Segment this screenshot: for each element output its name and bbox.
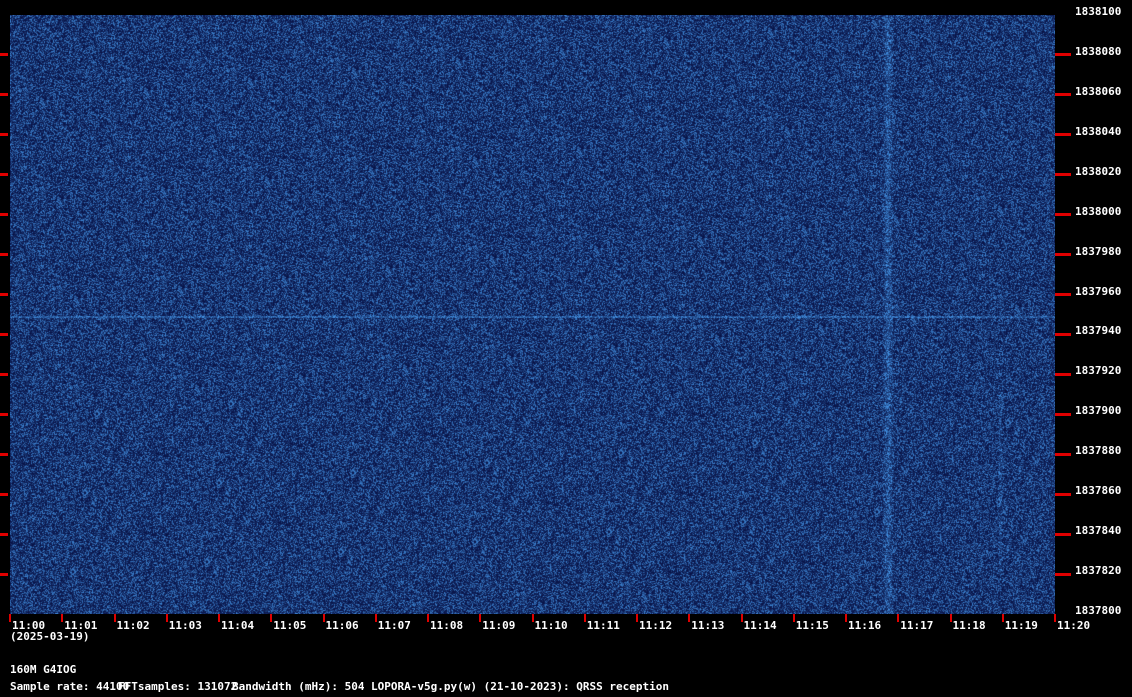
x-tick xyxy=(1001,614,1004,622)
x-tick-label: 11:06 xyxy=(325,619,359,632)
spectrogram-plot xyxy=(10,15,1055,614)
y-tick-label: 1837840 xyxy=(1075,524,1122,538)
y-tick-label: 1837820 xyxy=(1075,564,1122,578)
y-tick-right xyxy=(1055,293,1071,297)
y-tick-label: 1837960 xyxy=(1075,284,1122,298)
y-tick-right xyxy=(1055,133,1071,137)
bandwidth: Bandwidth (mHz): 504 xyxy=(232,680,365,693)
y-tick-left xyxy=(0,572,8,576)
x-tick-label: 11:08 xyxy=(430,619,464,632)
x-tick-label: 11:04 xyxy=(221,619,255,632)
x-tick xyxy=(61,614,64,622)
x-tick xyxy=(531,614,534,622)
y-tick-left xyxy=(0,332,8,336)
x-tick xyxy=(636,614,638,622)
y-tick-left xyxy=(0,492,8,496)
x-tick xyxy=(792,614,795,622)
x-tick-label: 11:15 xyxy=(795,619,829,632)
y-tick-label: 1837860 xyxy=(1075,484,1122,498)
y-tick-left xyxy=(0,532,8,536)
y-tick-left xyxy=(0,412,8,416)
x-tick-label: 11:18 xyxy=(952,619,986,632)
y-tick-left xyxy=(0,173,8,177)
y-tick-label: 1838060 xyxy=(1075,84,1122,98)
x-tick xyxy=(374,614,377,622)
y-tick-right xyxy=(1055,253,1071,257)
fft-samples: FFTsamples: 131072 xyxy=(118,680,238,693)
y-tick-left xyxy=(0,372,8,376)
x-tick-label: 11:07 xyxy=(377,619,411,632)
y-tick-label: 1837940 xyxy=(1075,324,1122,338)
y-tick-left xyxy=(0,452,8,456)
y-tick-right xyxy=(1055,452,1071,456)
y-tick-right xyxy=(1055,173,1071,177)
y-tick-right xyxy=(1055,53,1071,57)
y-tick-right xyxy=(1055,372,1071,376)
date-label: (2025-03-19) xyxy=(10,630,90,643)
y-tick-right xyxy=(1055,412,1071,416)
y-tick-left xyxy=(0,53,8,57)
x-tick-label: 11:17 xyxy=(900,619,934,632)
y-tick-label: 1838100 xyxy=(1075,5,1122,18)
y-tick-right xyxy=(1055,93,1071,97)
station-title: 160M G4IOG xyxy=(10,663,77,676)
y-tick-label: 1837880 xyxy=(1075,444,1122,458)
x-tick-label: 11:11 xyxy=(586,619,620,632)
x-tick-label: 11:16 xyxy=(848,619,882,632)
y-tick-label: 1837920 xyxy=(1075,364,1122,378)
x-tick-label: 11:19 xyxy=(1004,619,1038,632)
y-tick-label: 1838040 xyxy=(1075,124,1122,138)
software-info: LOPORA-v5g.py(w) (21-10-2023): QRSS rece… xyxy=(371,680,670,693)
y-tick-label: 1838000 xyxy=(1075,204,1122,218)
y-tick-label: 1838080 xyxy=(1075,44,1122,58)
x-tick-label: 11:02 xyxy=(116,619,150,632)
x-tick xyxy=(270,614,273,622)
y-tick-label: 1837800 xyxy=(1075,604,1122,617)
x-tick-label: 11:05 xyxy=(273,619,307,632)
x-tick xyxy=(688,614,691,622)
y-tick-label: 1837980 xyxy=(1075,244,1122,258)
x-tick xyxy=(218,614,220,622)
x-tick xyxy=(427,614,429,622)
y-tick-right xyxy=(1055,492,1071,496)
x-tick-label: 11:12 xyxy=(639,619,673,632)
y-tick-left xyxy=(0,253,8,257)
x-tick-label: 11:03 xyxy=(168,619,202,632)
x-tick-label: 11:10 xyxy=(534,619,568,632)
y-tick-label: 1838020 xyxy=(1075,164,1122,178)
y-tick-right xyxy=(1055,332,1071,336)
y-tick-right xyxy=(1055,532,1071,536)
x-tick xyxy=(165,614,168,622)
x-tick xyxy=(897,614,900,622)
sample-rate: Sample rate: 44100 xyxy=(10,680,130,693)
x-tick xyxy=(740,614,743,622)
x-tick-label: 11:09 xyxy=(482,619,516,632)
x-tick-label: 11:20 xyxy=(1057,619,1091,632)
y-tick-left xyxy=(0,93,8,97)
y-tick-label: 1837900 xyxy=(1075,404,1122,418)
x-tick-label: 11:14 xyxy=(743,619,777,632)
y-tick-right xyxy=(1055,572,1071,576)
x-tick xyxy=(1054,614,1056,622)
x-tick xyxy=(9,614,11,622)
x-tick xyxy=(949,614,952,622)
x-tick-label: 11:13 xyxy=(691,619,725,632)
y-tick-left xyxy=(0,213,8,217)
x-tick xyxy=(322,614,325,622)
x-tick xyxy=(845,614,847,622)
y-tick-right xyxy=(1055,213,1071,217)
x-tick xyxy=(479,614,482,622)
y-tick-left xyxy=(0,293,8,297)
x-tick xyxy=(113,614,116,622)
x-tick xyxy=(583,614,586,622)
y-tick-left xyxy=(0,133,8,137)
